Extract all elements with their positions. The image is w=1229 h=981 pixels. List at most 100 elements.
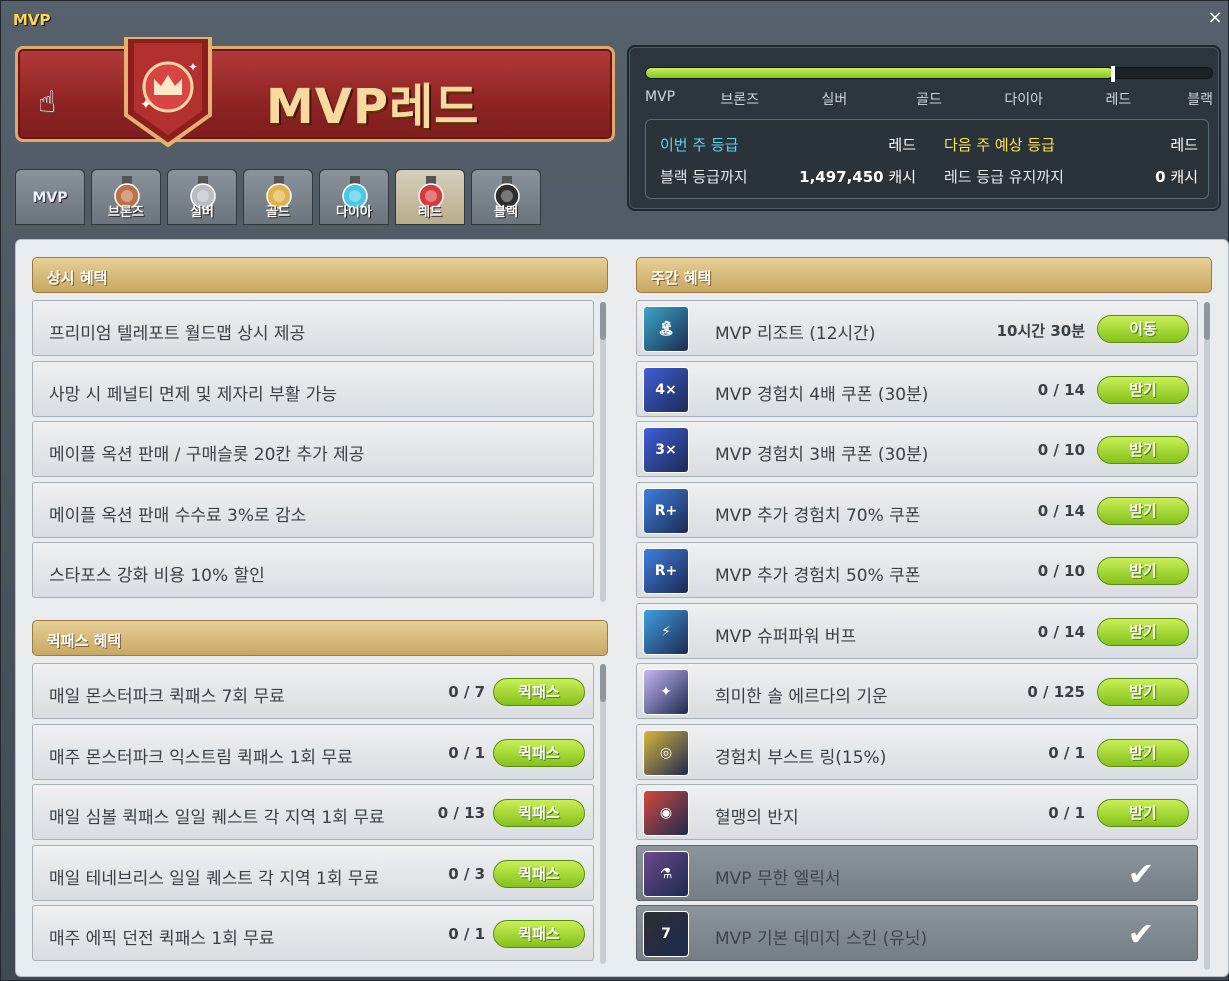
weekly-benefit-row: ⚗ MVP 무한 엘릭서 ✔: [636, 844, 1198, 901]
benefit-label: 메이플 옥션 판매 수수료 3%로 감소: [49, 505, 307, 526]
weekly-benefit-row: 3× MVP 경험치 3배 쿠폰 (30분) 0 / 10 받기: [636, 421, 1198, 477]
benefit-label: MVP 추가 경험치 50% 쿠폰: [715, 566, 921, 586]
weekly-benefits-title: 주간 혜택: [651, 269, 712, 287]
benefit-label: 프리미엄 텔레포트 월드맵 상시 제공: [49, 324, 306, 344]
weekly-benefit-row: 🏝 MVP 리조트 (12시간) 10시간 30분 이동: [636, 300, 1198, 356]
blood-oath-ring-icon: ◉: [643, 790, 689, 836]
tab-label: 골드: [266, 205, 290, 220]
svg-text:✦: ✦: [140, 97, 152, 113]
permanent-scroll-thumb[interactable]: [600, 302, 606, 340]
claimed-check-icon: ✔: [1127, 854, 1155, 893]
tab-label: 다이아: [336, 205, 372, 220]
tab-mvp[interactable]: MVP: [15, 169, 85, 225]
to-black-label: 블랙 등급까지: [660, 168, 748, 186]
tab-red[interactable]: 레드: [395, 169, 465, 225]
quickpass-benefit-row: 매일 몬스터파크 퀵패스 7회 무료 0 / 7 퀵패스: [32, 663, 594, 719]
benefit-label: 매주 몬스터파크 익스트림 퀵패스 1회 무료: [49, 747, 353, 768]
tab-black[interactable]: 블랙: [471, 169, 541, 225]
tab-diamond[interactable]: 다이아: [319, 169, 389, 225]
tab-label: MVP: [32, 190, 68, 206]
weekly-scrollbar[interactable]: [1204, 302, 1210, 970]
quickpass-button[interactable]: 퀵패스: [493, 920, 585, 948]
permanent-scrollbar[interactable]: [600, 302, 606, 602]
claimed-check-icon: ✔: [1127, 915, 1155, 953]
usage-count: 0 / 14: [1037, 501, 1085, 520]
benefit-label: 혈맹의 반지: [715, 808, 799, 828]
quickpass-scroll-thumb[interactable]: [600, 664, 606, 702]
resort-icon: 🏝: [643, 306, 689, 352]
claim-button[interactable]: 받기: [1097, 799, 1189, 827]
benefit-label: MVP 무한 엘릭서: [715, 868, 841, 889]
claim-button[interactable]: 받기: [1097, 496, 1189, 525]
benefit-label: 매주 에픽 던전 퀵패스 1회 무료: [49, 929, 275, 949]
weekly-benefit-row: R+ MVP 추가 경험치 50% 쿠폰 0 / 10 받기: [636, 542, 1198, 598]
benefit-label: MVP 경험치 3배 쿠폰 (30분): [715, 445, 929, 465]
permanent-benefit-row: 프리미엄 텔레포트 월드맵 상시 제공: [32, 300, 594, 356]
claim-button[interactable]: 받기: [1097, 375, 1189, 404]
quickpass-button[interactable]: 퀵패스: [493, 799, 585, 827]
tab-bronze[interactable]: 브론즈: [91, 169, 161, 225]
grade-progress-bar: [645, 66, 1213, 82]
usage-count: 0 / 1: [448, 925, 485, 943]
benefit-label: 스타포스 강화 비용 10% 할인: [49, 566, 265, 586]
weekly-benefit-row: ✦ 희미한 솔 에르다의 기운 0 / 125 받기: [636, 663, 1198, 719]
pointer-hand-icon: ☝: [38, 85, 57, 120]
grade-scale-label: 골드: [916, 92, 942, 108]
permanent-benefit-row: 메이플 옥션 판매 / 구매슬롯 20칸 추가 제공: [32, 421, 594, 477]
quickpass-benefits-title: 퀵패스 혜택: [47, 632, 122, 650]
sol-erda-orb-icon: ✦: [643, 669, 689, 715]
move-button[interactable]: 이동: [1097, 315, 1189, 343]
grade-scale-label: 레드: [1105, 92, 1132, 108]
benefits-panel: 상시 혜택 프리미엄 텔레포트 월드맵 상시 제공 사망 시 페널티 면제 및 제…: [15, 239, 1229, 977]
this-week-grade-value: 레드: [888, 136, 916, 154]
exp-3x-coupon-icon: 3×: [643, 427, 689, 473]
benefit-label: 경험치 부스트 링(15%): [715, 747, 887, 768]
claim-button[interactable]: 받기: [1097, 436, 1189, 464]
infinite-elixir-icon: ⚗: [643, 850, 689, 897]
bonus-exp-70-coupon-icon: R+: [643, 487, 689, 534]
weekly-benefit-row: 7 MVP 기본 데미지 스킨 (유닛) ✔: [636, 905, 1198, 961]
claim-button[interactable]: 받기: [1097, 738, 1189, 767]
next-week-grade-value: 레드: [1170, 136, 1198, 154]
weekly-benefits-header: 주간 혜택: [636, 257, 1212, 293]
usage-count: 0 / 3: [448, 864, 485, 883]
titlebar[interactable]: MVP ×: [1, 1, 1228, 41]
tab-silver[interactable]: 실버: [167, 169, 237, 225]
usage-count: 0 / 1: [1048, 743, 1085, 762]
quickpass-benefit-row: 매일 심볼 퀵패스 일일 퀘스트 각 지역 1회 무료 0 / 13 퀵패스: [32, 784, 594, 840]
tab-label: 실버: [190, 205, 214, 220]
benefit-label: MVP 경험치 4배 쿠폰 (30분): [715, 384, 929, 405]
benefit-label: 매일 심볼 퀵패스 일일 퀘스트 각 지역 1회 무료: [49, 808, 385, 828]
close-button[interactable]: ×: [1206, 9, 1224, 27]
permanent-benefit-row: 메이플 옥션 판매 수수료 3%로 감소: [32, 481, 594, 538]
red-crown-medal-icon: ✦ ✦: [124, 37, 212, 148]
benefit-label: 메이플 옥션 판매 / 구매슬롯 20칸 추가 제공: [49, 445, 365, 465]
grade-banner: ☝ ✦ ✦ MVP레드: [15, 37, 615, 148]
claim-button[interactable]: 받기: [1097, 557, 1189, 585]
weekly-benefit-row: ◉ 혈맹의 반지 0 / 1 받기: [636, 784, 1198, 840]
weekly-scroll-thumb[interactable]: [1204, 302, 1210, 340]
quickpass-scrollbar[interactable]: [600, 664, 606, 964]
claim-button[interactable]: 받기: [1097, 678, 1189, 706]
superpower-buff-icon: ⚡: [643, 608, 689, 655]
benefit-label: MVP 슈퍼파워 버프: [715, 626, 857, 647]
tab-label: 브론즈: [108, 205, 144, 220]
grade-scale-label: 브론즈: [720, 92, 759, 108]
usage-count: 0 / 14: [1037, 380, 1085, 399]
quickpass-button[interactable]: 퀵패스: [493, 738, 585, 767]
usage-count: 0 / 13: [437, 804, 485, 822]
benefit-label: 매일 테네브리스 일일 퀘스트 각 지역 1회 무료: [49, 868, 380, 889]
usage-count: 0 / 14: [1037, 622, 1085, 641]
quickpass-button[interactable]: 퀵패스: [493, 678, 585, 706]
tab-label: 블랙: [494, 205, 518, 220]
grade-scale-labels: MVP 브론즈 실버 골드 다이아 레드 블랙: [645, 89, 1213, 108]
quickpass-button[interactable]: 퀵패스: [493, 859, 585, 888]
claim-button[interactable]: 받기: [1097, 617, 1189, 646]
progress-fill: [646, 68, 1113, 78]
weekly-benefit-row: 4× MVP 경험치 4배 쿠폰 (30분) 0 / 14 받기: [636, 360, 1198, 417]
keep-red-label: 레드 등급 유지까지: [944, 168, 1064, 186]
benefit-label: 매일 몬스터파크 퀵패스 7회 무료: [49, 687, 285, 707]
tab-gold[interactable]: 골드: [243, 169, 313, 225]
quickpass-benefit-row: 매주 몬스터파크 익스트림 퀵패스 1회 무료 0 / 1 퀵패스: [32, 723, 594, 780]
grade-scale-label: 블랙: [1187, 92, 1213, 108]
